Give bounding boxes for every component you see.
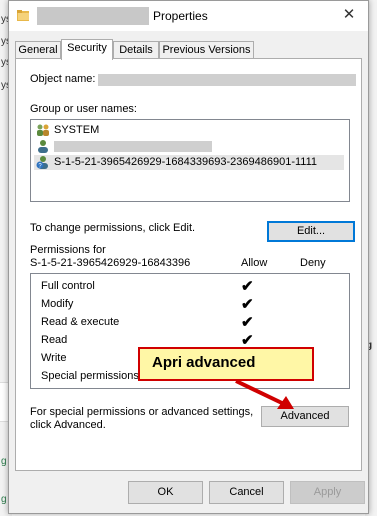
user-icon	[38, 140, 48, 153]
advanced-button[interactable]: Advanced	[261, 406, 349, 427]
permissions-for-name: S-1-5-21-3965426929-16843396	[30, 257, 191, 269]
special-permissions-text: click Advanced.	[30, 419, 106, 431]
allow-check-icon: ✔	[241, 296, 254, 313]
users-group-icon	[37, 124, 49, 136]
permission-name: Read & execute	[41, 316, 120, 328]
background-text: g	[1, 494, 7, 505]
folder-icon	[17, 10, 29, 21]
annotation-text: Apri advanced	[152, 354, 256, 371]
allow-column-header: Allow	[241, 257, 268, 269]
special-permissions-text: For special permissions or advanced sett…	[30, 406, 254, 418]
tab-details[interactable]: Details	[113, 41, 159, 59]
tab-general[interactable]: General	[15, 41, 61, 59]
tab-previous-versions[interactable]: Previous Versions	[159, 41, 254, 59]
ok-button[interactable]: OK	[128, 481, 203, 504]
security-panel: Object name: Group or user names: SYSTEM	[15, 58, 362, 471]
permission-name: Modify	[41, 298, 74, 310]
permission-name: Read	[41, 334, 68, 346]
list-item[interactable]: SYSTEM	[34, 123, 344, 138]
apply-button[interactable]: Apply	[290, 481, 365, 504]
permission-name: Special permissions	[41, 370, 139, 382]
deny-column-header: Deny	[300, 257, 326, 269]
change-permissions-text: To change permissions, click Edit.	[30, 222, 196, 234]
background-text: g	[1, 456, 7, 467]
edit-button[interactable]: Edit...	[267, 221, 355, 242]
allow-check-icon: ✔	[241, 332, 254, 349]
title-bar[interactable]: Properties ✕	[9, 1, 368, 31]
properties-dialog: Properties ✕ General Security Details Pr…	[8, 0, 369, 514]
list-item[interactable]	[34, 139, 344, 154]
close-button[interactable]: ✕	[338, 5, 360, 25]
list-item[interactable]: ? S-1-5-21-3965426929-1684339693-2369486…	[34, 155, 344, 170]
redacted-object-name	[98, 74, 356, 86]
cancel-button[interactable]: Cancel	[209, 481, 284, 504]
object-name-label: Object name:	[30, 73, 96, 85]
permissions-for-label: Permissions for	[30, 244, 106, 256]
allow-check-icon: ✔	[241, 314, 254, 331]
unknown-user-icon: ?	[36, 156, 48, 169]
permission-name: Write	[41, 352, 67, 364]
tab-security[interactable]: Security	[61, 39, 113, 60]
redacted-user-name	[54, 141, 212, 152]
group-names-label: Group or user names:	[30, 103, 137, 115]
redacted-title	[37, 7, 149, 25]
user-name: S-1-5-21-3965426929-1684339693-236948690…	[54, 156, 318, 168]
permission-name: Full control	[41, 280, 95, 292]
annotation-callout: Apri advanced	[138, 347, 314, 381]
window-title: Properties	[153, 9, 208, 23]
user-name: SYSTEM	[54, 124, 100, 136]
allow-check-icon: ✔	[241, 278, 254, 295]
group-user-list[interactable]: SYSTEM ? S-1-5-21-3965426929-1684339693-…	[30, 119, 350, 202]
